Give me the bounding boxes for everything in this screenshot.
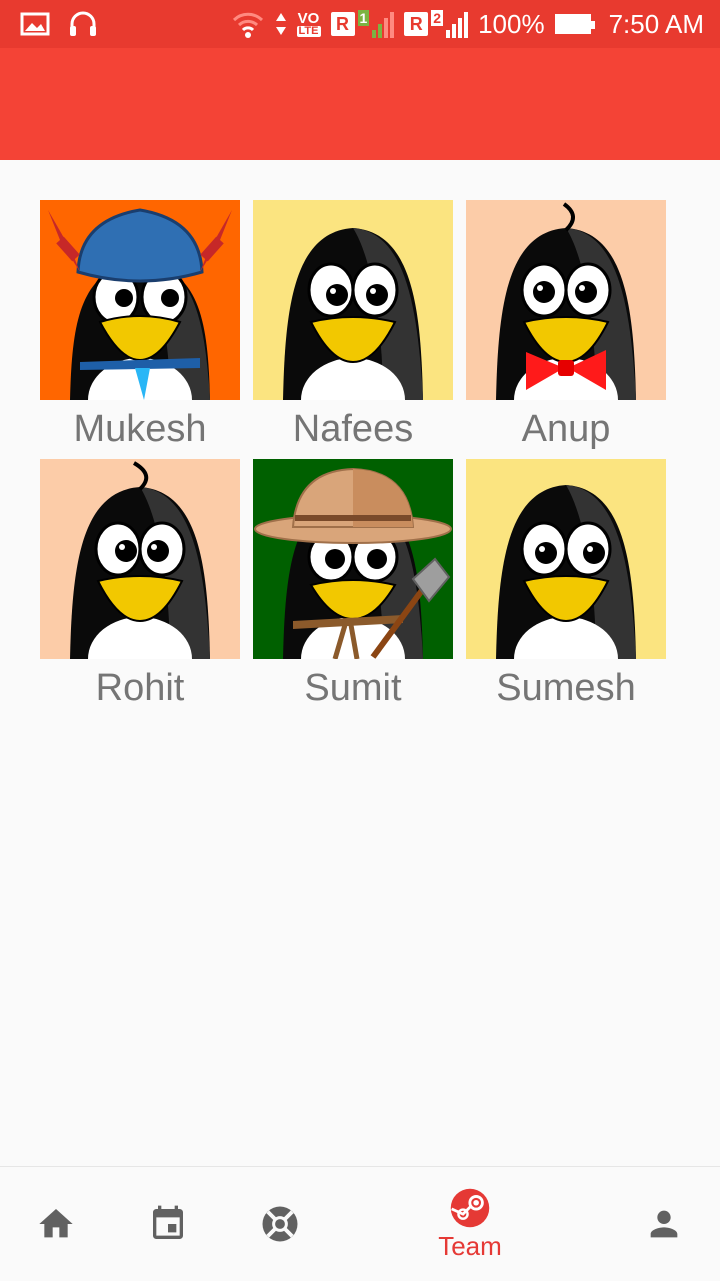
wifi-icon xyxy=(232,12,263,38)
calendar-icon xyxy=(153,1205,183,1239)
app-bar xyxy=(0,48,720,160)
signal-icon xyxy=(372,10,395,38)
steam-icon xyxy=(450,1188,490,1227)
team-member-card[interactable]: Rohit xyxy=(40,459,240,709)
bottom-navigation: Team xyxy=(0,1166,720,1281)
status-bar: VO LTE R 1 R 2 100% 7:50 AM xyxy=(0,0,720,48)
sim1-slot: 1 xyxy=(357,10,370,26)
data-arrows-icon xyxy=(275,13,286,35)
nav-team[interactable]: Team xyxy=(420,1167,520,1281)
signal-icon xyxy=(446,10,469,38)
nav-team-label: Team xyxy=(438,1230,502,1261)
nav-support[interactable] xyxy=(244,1167,316,1281)
home-icon xyxy=(39,1209,73,1238)
team-member-card[interactable]: Sumit xyxy=(253,459,453,709)
team-member-card[interactable]: Nafees xyxy=(253,200,453,450)
headset-icon xyxy=(70,11,96,36)
team-member-name: Rohit xyxy=(95,667,185,709)
team-member-card[interactable]: Mukesh xyxy=(40,200,240,450)
team-member-card[interactable]: Sumesh xyxy=(466,459,666,709)
penguin-avatar-icon xyxy=(253,200,453,400)
lifebuoy-icon xyxy=(262,1206,298,1242)
team-member-card[interactable]: Anup xyxy=(466,200,666,450)
penguin-avatar-icon xyxy=(466,459,666,659)
team-member-name: Anup xyxy=(521,408,611,450)
volte-indicator: VO LTE xyxy=(296,10,321,37)
team-member-name: Sumit xyxy=(304,667,402,709)
penguin-avatar-icon xyxy=(40,459,240,659)
battery-percent: 100% xyxy=(478,8,545,39)
status-time: 7:50 AM xyxy=(608,8,704,39)
team-member-name: Nafees xyxy=(292,408,414,450)
team-member-name: Mukesh xyxy=(73,408,207,450)
sim2-slot: 2 xyxy=(431,10,444,26)
nav-home[interactable] xyxy=(20,1167,92,1281)
penguin-avatar-icon xyxy=(466,200,666,400)
nav-calendar[interactable] xyxy=(132,1167,204,1281)
team-member-name: Sumesh xyxy=(496,667,636,709)
gallery-icon xyxy=(20,12,50,36)
penguin-avatar-icon xyxy=(253,459,453,659)
sim2-signal: R 2 xyxy=(404,10,469,38)
nav-profile[interactable] xyxy=(628,1167,700,1281)
sim1-signal: R 1 xyxy=(330,10,395,38)
penguin-avatar-icon xyxy=(40,200,240,400)
person-icon xyxy=(650,1210,678,1238)
sim2-roaming-badge: R xyxy=(404,12,429,36)
battery-icon xyxy=(554,14,595,34)
sim1-roaming-badge: R xyxy=(330,12,355,36)
